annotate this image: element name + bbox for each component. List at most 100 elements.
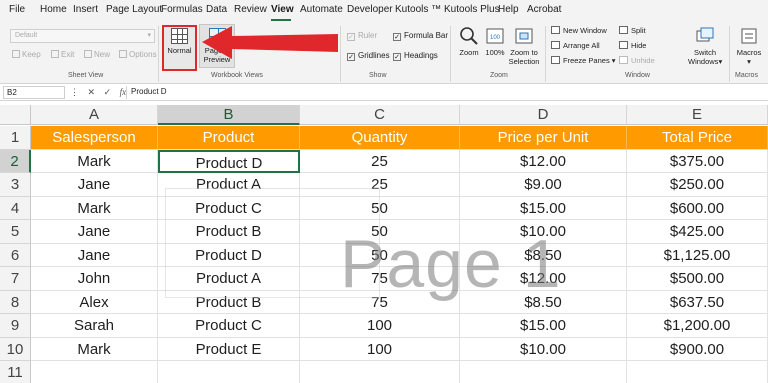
row-header-3[interactable]: 3 <box>0 173 31 197</box>
formula-input[interactable]: Product D <box>126 86 764 99</box>
column-header-a[interactable]: A <box>31 105 158 125</box>
cell-c4[interactable]: 50 <box>300 196 460 220</box>
enter-icon[interactable]: ✓ <box>104 87 112 97</box>
cell-e2[interactable]: $375.00 <box>627 149 768 173</box>
cell-e11[interactable] <box>627 361 768 383</box>
gridlines-checkbox[interactable]: ✓ Gridlines <box>347 51 390 61</box>
cancel-icon[interactable]: ✕ <box>88 87 96 97</box>
exit-button[interactable]: Exit <box>51 50 74 59</box>
normal-view-button[interactable]: Normal <box>164 28 195 55</box>
zoom-button[interactable]: Zoom <box>455 26 483 57</box>
column-header-d[interactable]: D <box>460 105 627 125</box>
row-header-11[interactable]: 11 <box>0 361 31 383</box>
cell-d3[interactable]: $9.00 <box>460 173 627 197</box>
cell-e10[interactable]: $900.00 <box>627 337 768 361</box>
new-button[interactable]: New <box>84 50 110 59</box>
cell-b7[interactable]: Product A <box>158 267 300 291</box>
switch-windows-button[interactable]: Switch Windows▾ <box>688 26 722 66</box>
cell-e5[interactable]: $425.00 <box>627 220 768 244</box>
cell-a11[interactable] <box>31 361 158 383</box>
cell-c10[interactable]: 100 <box>300 337 460 361</box>
cell-e4[interactable]: $600.00 <box>627 196 768 220</box>
select-all-corner[interactable] <box>0 105 31 125</box>
split-button[interactable]: Split <box>619 26 646 35</box>
zoom-100-button[interactable]: 100 100% <box>484 26 506 57</box>
hide-button[interactable]: Hide <box>619 41 646 50</box>
tab-review[interactable]: Review <box>234 4 267 15</box>
freeze-panes-button[interactable]: Freeze Panes ▾ <box>551 56 616 65</box>
cell-c2[interactable]: 25 <box>300 149 460 173</box>
tab-kutools-plus[interactable]: Kutools Plus <box>444 4 500 15</box>
cell-e8[interactable]: $637.50 <box>627 290 768 314</box>
cell-b5[interactable]: Product B <box>158 220 300 244</box>
cell-e7[interactable]: $500.00 <box>627 267 768 291</box>
cell-b4[interactable]: Product C <box>158 196 300 220</box>
tab-view[interactable]: View <box>271 4 294 15</box>
tab-help[interactable]: Help <box>498 4 519 15</box>
new-window-button[interactable]: New Window <box>551 26 607 35</box>
cell-e6[interactable]: $1,125.00 <box>627 243 768 267</box>
cell-a5[interactable]: Jane <box>31 220 158 244</box>
name-box[interactable]: B2 <box>3 86 65 99</box>
tab-home[interactable]: Home <box>40 4 67 15</box>
header-cell[interactable]: Total Price <box>627 126 768 150</box>
cell-b9[interactable]: Product C <box>158 314 300 338</box>
cell-b3[interactable]: Product A <box>158 173 300 197</box>
cell-a6[interactable]: Jane <box>31 243 158 267</box>
cell-b2[interactable]: Product D <box>158 149 300 173</box>
row-header-1[interactable]: 1 <box>0 126 31 150</box>
row-header-10[interactable]: 10 <box>0 337 31 361</box>
column-header-c[interactable]: C <box>300 105 460 125</box>
cell-b6[interactable]: Product D <box>158 243 300 267</box>
headings-checkbox[interactable]: ✓ Headings <box>393 51 438 61</box>
cell-c3[interactable]: 25 <box>300 173 460 197</box>
tab-page-layout[interactable]: Page Layout <box>106 4 162 15</box>
row-header-7[interactable]: 7 <box>0 267 31 291</box>
ruler-checkbox[interactable]: ✓ Ruler <box>347 31 377 41</box>
tab-formulas[interactable]: Formulas <box>161 4 203 15</box>
cell-d7[interactable]: $12.00 <box>460 267 627 291</box>
sheet-view-dropdown[interactable]: Default ▾ <box>10 29 155 43</box>
cell-a9[interactable]: Sarah <box>31 314 158 338</box>
cell-d9[interactable]: $15.00 <box>460 314 627 338</box>
cell-c8[interactable]: 75 <box>300 290 460 314</box>
cell-a3[interactable]: Jane <box>31 173 158 197</box>
formula-bar-checkbox[interactable]: ✓ Formula Bar <box>393 31 448 41</box>
options-button[interactable]: Options <box>119 50 157 59</box>
cell-c7[interactable]: 75 <box>300 267 460 291</box>
cell-b10[interactable]: Product E <box>158 337 300 361</box>
header-cell[interactable]: Salesperson <box>31 126 158 150</box>
cell-a8[interactable]: Alex <box>31 290 158 314</box>
tab-file[interactable]: File <box>9 4 25 15</box>
row-header-5[interactable]: 5 <box>0 220 31 244</box>
cell-b8[interactable]: Product B <box>158 290 300 314</box>
cell-c5[interactable]: 50 <box>300 220 460 244</box>
header-cell[interactable]: Price per Unit <box>460 126 627 150</box>
tab-acrobat[interactable]: Acrobat <box>527 4 561 15</box>
header-cell[interactable]: Product <box>158 126 300 150</box>
header-cell[interactable]: Quantity <box>300 126 460 150</box>
cell-d5[interactable]: $10.00 <box>460 220 627 244</box>
tab-automate[interactable]: Automate <box>300 4 343 15</box>
cell-d2[interactable]: $12.00 <box>460 149 627 173</box>
row-header-8[interactable]: 8 <box>0 290 31 314</box>
column-header-b[interactable]: B <box>158 105 300 125</box>
cell-d4[interactable]: $15.00 <box>460 196 627 220</box>
cell-d8[interactable]: $8.50 <box>460 290 627 314</box>
cell-e3[interactable]: $250.00 <box>627 173 768 197</box>
arrange-all-button[interactable]: Arrange All <box>551 41 600 50</box>
column-header-e[interactable]: E <box>627 105 768 125</box>
keep-button[interactable]: Keep <box>12 50 41 59</box>
cell-a10[interactable]: Mark <box>31 337 158 361</box>
tab-insert[interactable]: Insert <box>73 4 98 15</box>
row-header-9[interactable]: 9 <box>0 314 31 338</box>
tab-kutools[interactable]: Kutools ™ <box>395 4 441 15</box>
cell-c9[interactable]: 100 <box>300 314 460 338</box>
cell-b11[interactable] <box>158 361 300 383</box>
cell-c11[interactable] <box>300 361 460 383</box>
row-header-6[interactable]: 6 <box>0 243 31 267</box>
zoom-to-selection-button[interactable]: Zoom to Selection <box>507 26 541 66</box>
tab-data[interactable]: Data <box>206 4 227 15</box>
cell-e9[interactable]: $1,200.00 <box>627 314 768 338</box>
cell-a4[interactable]: Mark <box>31 196 158 220</box>
